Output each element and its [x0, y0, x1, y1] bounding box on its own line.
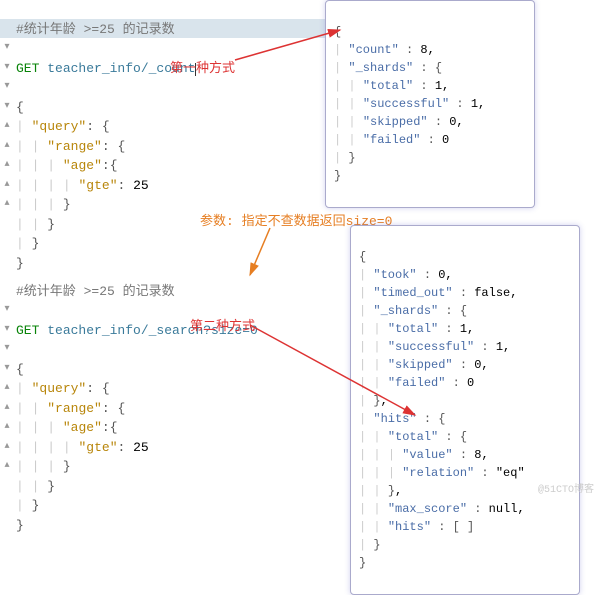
label-method1: 第一种方式	[170, 57, 235, 76]
fold-gutter-a: ▾▾▾▾▴▴▴▴▴	[0, 38, 14, 218]
response-a: {| "count" : 8,| "_shards" : {| | "total…	[325, 0, 535, 208]
body-a: {| "query": {| | "range": {| | | "age":{…	[16, 98, 196, 274]
body-b: {| "query": {| | "range": {| | | "age":{…	[16, 360, 258, 536]
request-b-editor[interactable]: #统计年龄 >=25 的记录数 GET teacher_info/_search…	[16, 262, 258, 555]
comment-a: #统计年龄 >=25 的记录数	[16, 22, 175, 37]
http-method-a: GET	[16, 61, 39, 76]
response-b: {| "took" : 0,| "timed_out" : false,| "_…	[350, 225, 580, 595]
http-method-b: GET	[16, 323, 39, 338]
request-a-editor[interactable]: #统计年龄 >=25 的记录数 GET teacher_info/_count …	[16, 0, 196, 293]
resB-body: {| "took" : 0,| "timed_out" : false,| "_…	[359, 248, 571, 572]
watermark: @51CTO博客	[538, 480, 594, 496]
comment-b: #统计年龄 >=25 的记录数	[16, 284, 175, 299]
fold-gutter-b: ▾▾▾▾▴▴▴▴▴	[0, 300, 14, 480]
resA-body: {| "count" : 8,| "_shards" : {| | "total…	[334, 23, 526, 185]
label-method2: 第二种方式	[190, 315, 255, 334]
